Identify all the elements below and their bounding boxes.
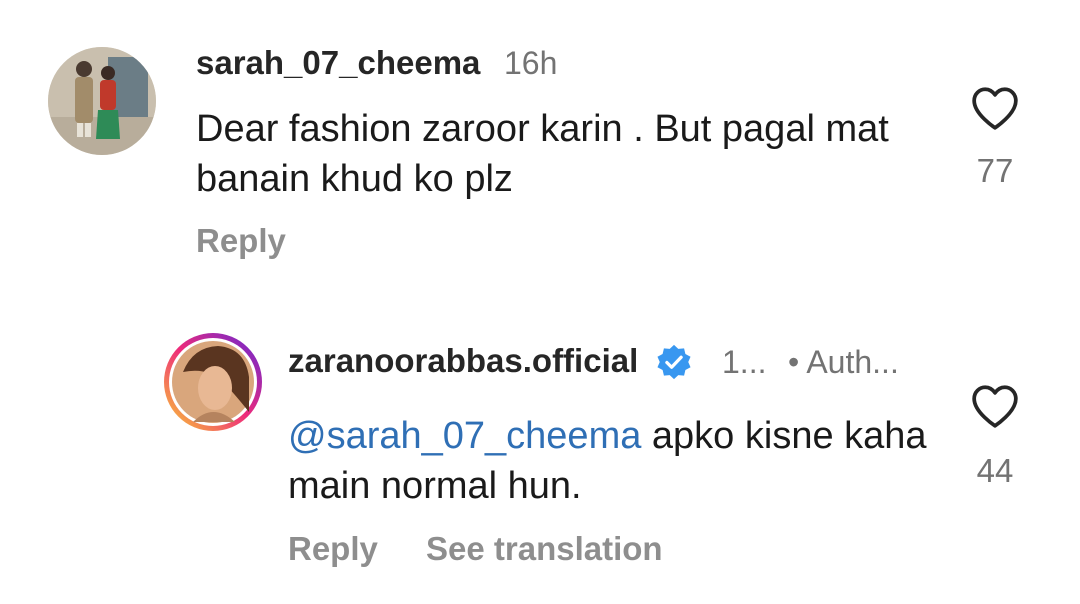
heart-icon[interactable]	[970, 85, 1020, 131]
comment-timestamp: 16h	[504, 45, 558, 81]
like-count: 44	[976, 452, 1014, 489]
verified-badge-icon	[657, 344, 691, 380]
reply-username[interactable]: zaranoorabbas.official	[288, 342, 638, 380]
heart-icon[interactable]	[970, 383, 1020, 429]
comment-item: sarah_07_cheema 16h Dear fashion zaroor …	[0, 0, 1080, 300]
author-badge: • Auth...	[788, 344, 899, 380]
see-translation-button[interactable]: See translation	[426, 530, 663, 568]
reply-item: zaranoorabbas.official 1... • Auth... @s…	[0, 300, 1080, 604]
reply-button[interactable]: Reply	[196, 222, 286, 260]
like-count: 77	[976, 152, 1014, 189]
comment-text: Dear fashion zaroor karin . But pagal ma…	[196, 108, 889, 200]
mention-link[interactable]: @sarah_07_cheema	[288, 415, 641, 457]
avatar[interactable]	[163, 332, 263, 432]
reply-button[interactable]: Reply	[288, 530, 378, 568]
avatar[interactable]	[48, 47, 156, 155]
comment-username[interactable]: sarah_07_cheema	[196, 44, 480, 82]
user-photo-avatar-icon	[48, 47, 156, 155]
reply-text: @sarah_07_cheema apko kisne kaha main no…	[288, 411, 928, 511]
story-ring-avatar-icon	[164, 333, 262, 431]
reply-timestamp: 1...	[722, 344, 767, 380]
